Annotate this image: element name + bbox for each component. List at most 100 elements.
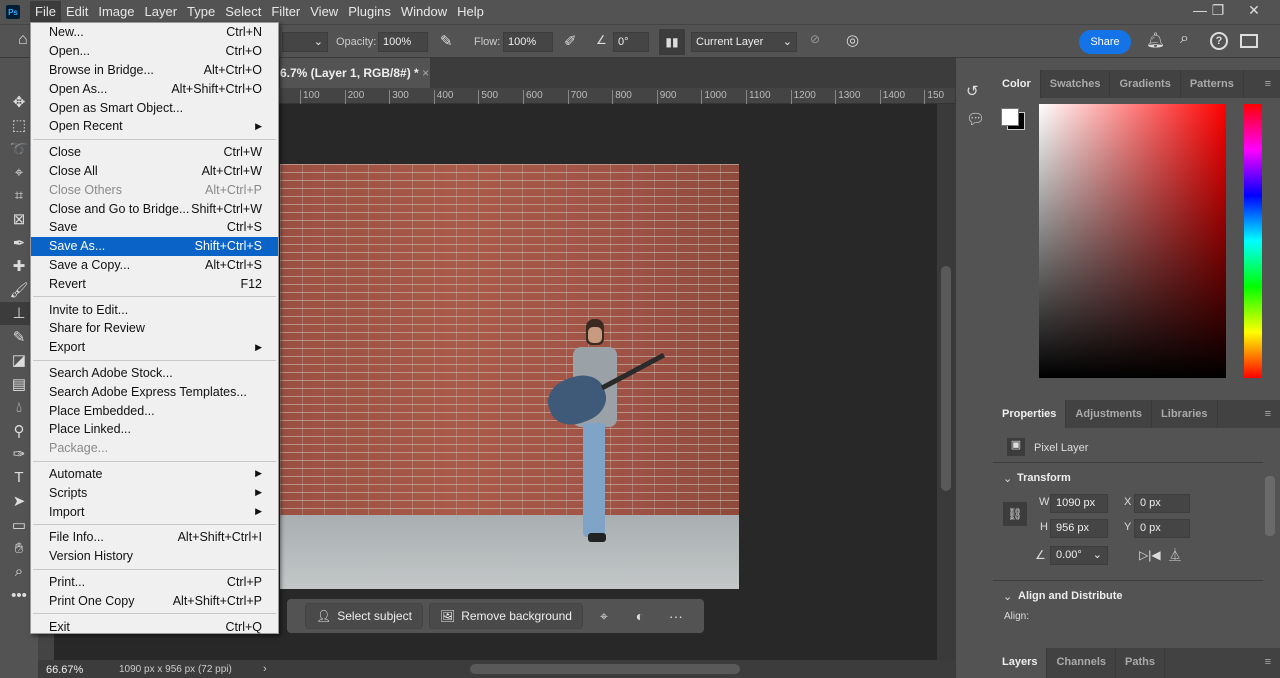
menu-item-export[interactable]: Export ▶: [31, 338, 278, 357]
menu-layer[interactable]: Layer: [140, 1, 183, 23]
menu-item-search-adobe-express-templates[interactable]: Search Adobe Express Templates...: [31, 382, 278, 401]
share-button[interactable]: Share: [1079, 30, 1131, 54]
close-tab-icon[interactable]: ×: [422, 66, 429, 80]
height-input[interactable]: 956 px: [1050, 519, 1108, 538]
pressure-size-icon[interactable]: ◎: [846, 31, 859, 49]
flow-input[interactable]: 100%: [503, 32, 553, 52]
flip-vertical-icon[interactable]: ⏅: [1169, 546, 1181, 563]
panel-menu-icon[interactable]: ≡: [1256, 648, 1280, 678]
menu-window[interactable]: Window: [396, 1, 452, 23]
menu-item-save-as[interactable]: Save As... Shift+Ctrl+S: [31, 236, 278, 256]
zoom-level[interactable]: 66.67%: [46, 664, 83, 676]
tab-adjustments[interactable]: Adjustments: [1066, 400, 1153, 428]
align-sample-icon[interactable]: ▮▮: [659, 29, 685, 55]
tab-color[interactable]: Color: [993, 70, 1041, 98]
history-icon[interactable]: ↺: [966, 82, 979, 100]
foreground-color-swatch[interactable]: [1001, 108, 1019, 126]
help-icon[interactable]: ?: [1210, 32, 1228, 50]
adjustment-icon[interactable]: ◐: [625, 608, 655, 624]
panel-menu-icon[interactable]: ≡: [1256, 70, 1280, 98]
menu-item-open-as[interactable]: Open As... Alt+Shift+Ctrl+O: [31, 79, 278, 98]
menu-filter[interactable]: Filter: [266, 1, 305, 23]
menu-item-exit[interactable]: Exit Ctrl+Q: [31, 617, 278, 636]
menu-item-place-linked[interactable]: Place Linked...: [31, 420, 278, 439]
menu-item-open[interactable]: Open... Ctrl+O: [31, 42, 278, 61]
menu-item-open-as-smart-object[interactable]: Open as Smart Object...: [31, 98, 278, 117]
document-info[interactable]: 1090 px x 956 px (72 ppi): [119, 664, 232, 675]
menu-item-scripts[interactable]: Scripts ▶: [31, 483, 278, 502]
x-input[interactable]: 0 px: [1134, 494, 1190, 513]
airbrush-icon[interactable]: ✐: [564, 32, 577, 50]
menu-item-file-info[interactable]: File Info... Alt+Shift+Ctrl+I: [31, 528, 278, 547]
menu-type[interactable]: Type: [182, 1, 220, 23]
remove-background-button[interactable]: 🖼︎ Remove background: [428, 603, 583, 629]
menu-item-browse-in-bridge[interactable]: Browse in Bridge... Alt+Ctrl+O: [31, 61, 278, 80]
transform-chevron-icon[interactable]: ⌄: [1003, 472, 1012, 485]
link-icon[interactable]: ⛓: [1003, 502, 1027, 526]
tab-gradients[interactable]: Gradients: [1110, 70, 1181, 98]
tab-properties[interactable]: Properties: [993, 400, 1067, 428]
menu-item-search-adobe-stock[interactable]: Search Adobe Stock...: [31, 364, 278, 383]
menu-select[interactable]: Select: [220, 1, 266, 23]
y-input[interactable]: 0 px: [1134, 519, 1190, 538]
document-tab[interactable]: 6.7% (Layer 1, RGB/8#) * ×: [280, 58, 430, 88]
tab-paths[interactable]: Paths: [1116, 648, 1165, 678]
search-icon[interactable]: ⌕: [1180, 30, 1189, 48]
menu-item-close-and-go-to-bridge[interactable]: Close and Go to Bridge... Shift+Ctrl+W: [31, 199, 278, 218]
rotation-input[interactable]: 0.00° ⌄: [1050, 546, 1108, 565]
workspace-icon[interactable]: [1240, 34, 1258, 48]
tab-libraries[interactable]: Libraries: [1152, 400, 1218, 428]
tab-patterns[interactable]: Patterns: [1181, 70, 1244, 98]
transform-title[interactable]: Transform: [1017, 472, 1071, 484]
menu-item-place-embedded[interactable]: Place Embedded...: [31, 401, 278, 420]
menu-item-save-a-copy[interactable]: Save a Copy... Alt+Ctrl+S: [31, 256, 278, 275]
bell-icon[interactable]: 🔔︎: [1146, 31, 1165, 49]
sample-dropdown[interactable]: Current Layer ⌄: [691, 32, 797, 52]
menu-image[interactable]: Image: [93, 1, 139, 23]
menu-item-import[interactable]: Import ▶: [31, 502, 278, 521]
tab-channels[interactable]: Channels: [1047, 648, 1116, 678]
menu-file[interactable]: File: [30, 1, 61, 23]
status-arrow-icon[interactable]: ›: [263, 663, 267, 675]
menu-item-close-all[interactable]: Close All Alt+Ctrl+W: [31, 162, 278, 181]
menu-edit[interactable]: Edit: [61, 1, 93, 23]
menu-plugins[interactable]: Plugins: [343, 1, 396, 23]
menu-item-print[interactable]: Print... Ctrl+P: [31, 573, 278, 592]
tab-swatches[interactable]: Swatches: [1041, 70, 1111, 98]
close-window-button[interactable]: ✕: [1238, 0, 1270, 22]
menu-view[interactable]: View: [305, 1, 343, 23]
width-input[interactable]: 1090 px: [1050, 494, 1108, 513]
menu-item-revert[interactable]: Revert F12: [31, 274, 278, 293]
comments-icon[interactable]: 💬︎: [966, 110, 985, 128]
menu-item-automate[interactable]: Automate ▶: [31, 465, 278, 484]
scroll-thumb[interactable]: [941, 266, 951, 491]
align-chevron-icon[interactable]: ⌄: [1003, 590, 1012, 603]
menu-item-close[interactable]: Close Ctrl+W: [31, 143, 278, 162]
tab-layers[interactable]: Layers: [993, 648, 1048, 678]
hue-slider[interactable]: [1244, 104, 1262, 378]
transform-icon[interactable]: ⌖: [589, 608, 619, 625]
opacity-input[interactable]: 100%: [378, 32, 428, 52]
pressure-opacity-icon[interactable]: ✎: [440, 32, 453, 50]
menu-item-share-for-review[interactable]: Share for Review: [31, 319, 278, 338]
panel-menu-icon[interactable]: ≡: [1256, 400, 1280, 428]
menu-item-print-one-copy[interactable]: Print One Copy Alt+Shift+Ctrl+P: [31, 591, 278, 610]
home-icon[interactable]: ⌂: [18, 31, 28, 49]
menu-item-save[interactable]: Save Ctrl+S: [31, 218, 278, 237]
properties-scrollbar[interactable]: [1265, 476, 1275, 536]
menu-help[interactable]: Help: [452, 1, 489, 23]
flip-horizontal-icon[interactable]: ▷|◀: [1139, 548, 1161, 562]
menu-item-open-recent[interactable]: Open Recent ▶: [31, 117, 278, 136]
vertical-scrollbar[interactable]: [937, 104, 955, 660]
select-subject-button[interactable]: 👤︎ Select subject: [305, 603, 423, 629]
horizontal-scrollbar[interactable]: [470, 664, 740, 674]
canvas-image[interactable]: [280, 164, 739, 589]
menu-item-invite-to-edit[interactable]: Invite to Edit...: [31, 300, 278, 319]
more-options-button[interactable]: ···: [661, 608, 691, 624]
menu-item-new[interactable]: New... Ctrl+N: [31, 23, 278, 42]
brush-mode-dropdown[interactable]: ⌄: [282, 32, 328, 52]
color-saturation-field[interactable]: [1039, 104, 1226, 378]
ignore-adjustment-icon[interactable]: ⊘: [810, 32, 820, 46]
align-distribute-title[interactable]: Align and Distribute: [1018, 590, 1123, 602]
angle-input[interactable]: 0°: [613, 32, 649, 52]
